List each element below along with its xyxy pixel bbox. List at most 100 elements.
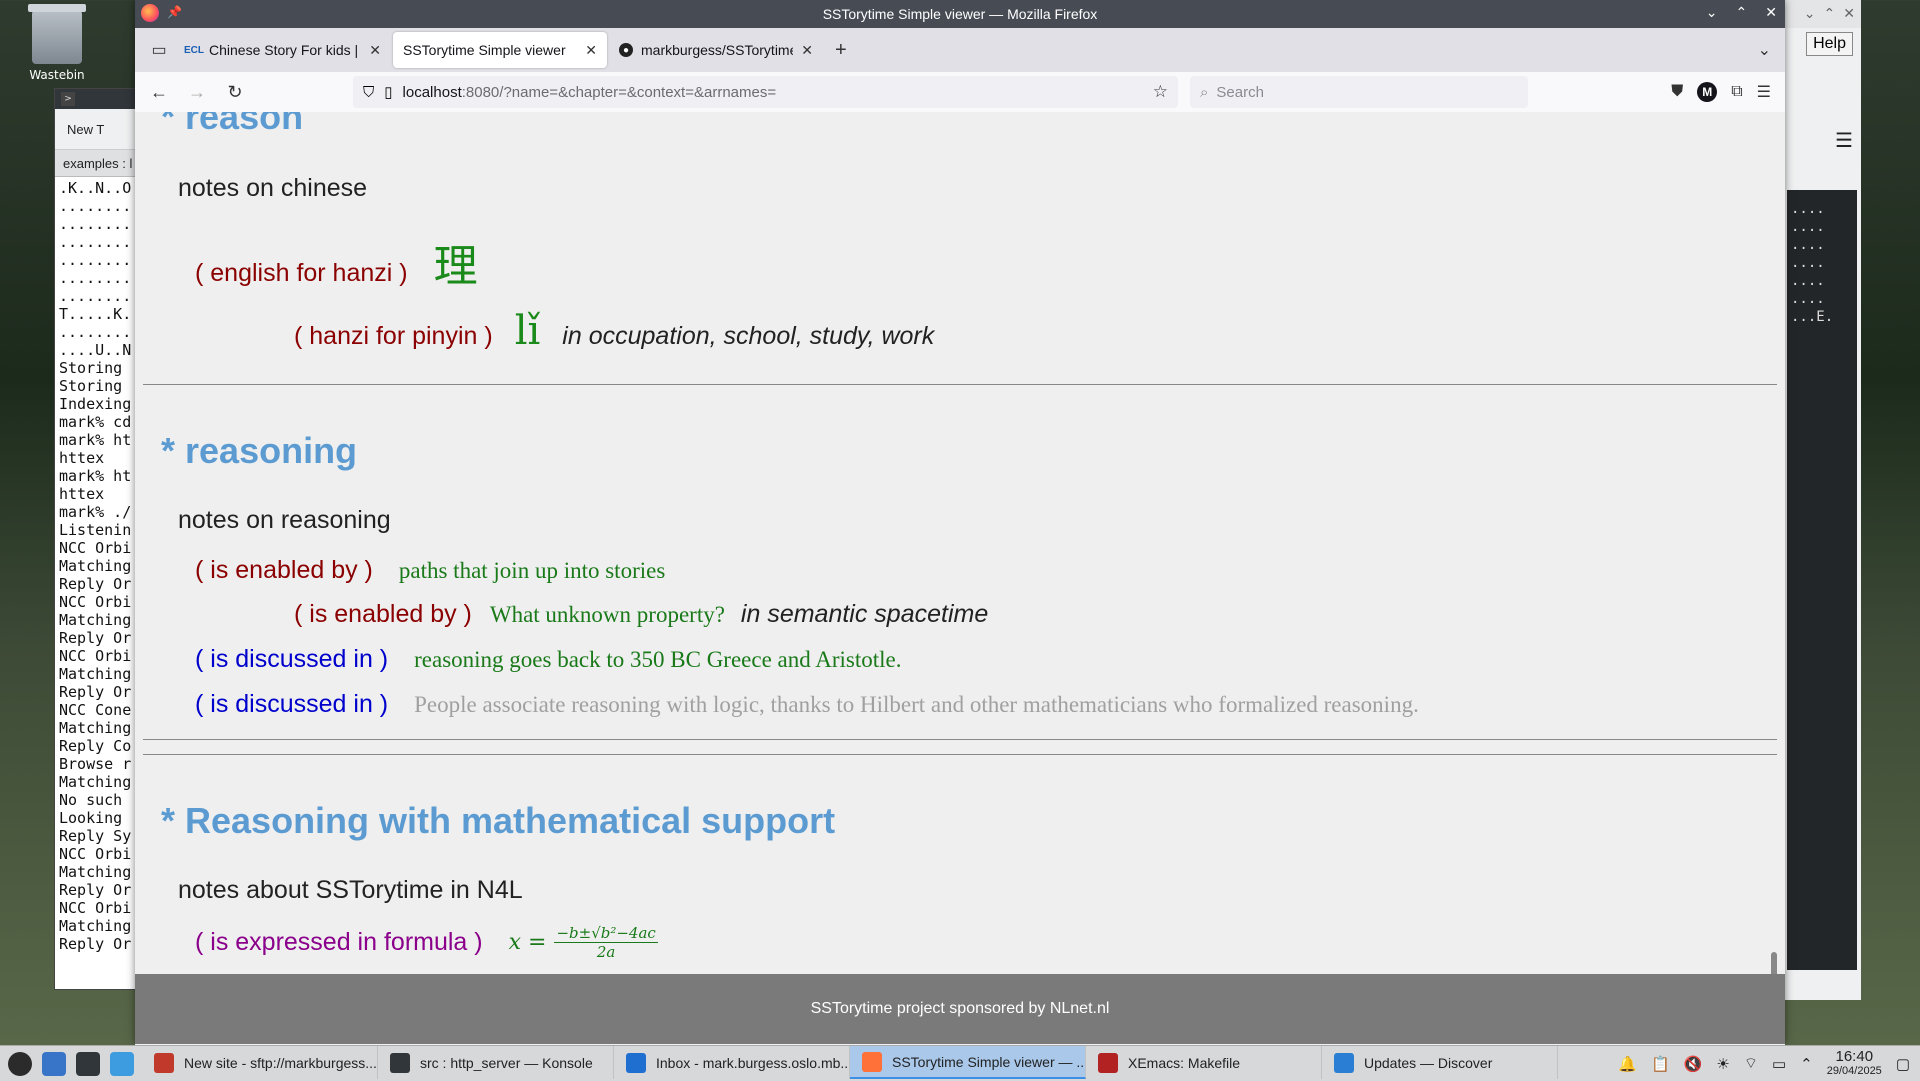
tab-close-icon[interactable]: ✕ bbox=[369, 42, 381, 59]
section-divider bbox=[143, 739, 1777, 740]
context-label: in occupation, school, study, work bbox=[562, 322, 935, 350]
tab-label: SSTorytime Simple viewer bbox=[403, 42, 566, 58]
tab-close-icon[interactable]: ✕ bbox=[801, 42, 813, 59]
background-window-right[interactable]: ⌄ ⌃ ✕ Help ☰ ...........................… bbox=[1780, 0, 1861, 1000]
shield-icon[interactable]: ⛉ bbox=[363, 84, 374, 101]
help-menu[interactable]: Help bbox=[1806, 32, 1853, 56]
arrow-label[interactable]: ( is enabled by ) bbox=[294, 600, 472, 629]
battery-icon[interactable]: ▭ bbox=[1772, 1055, 1786, 1073]
search-input[interactable]: ⌕ Search bbox=[1190, 76, 1528, 108]
link-target[interactable]: People associate reasoning with logic, t… bbox=[414, 692, 1419, 718]
terminal-output-right: ........................ ...E. bbox=[1787, 190, 1857, 970]
section-notes: notes on reasoning bbox=[178, 506, 391, 534]
volume-muted-icon[interactable]: 🔇 bbox=[1684, 1055, 1703, 1073]
tab-chinese-story[interactable]: ECL Chinese Story For kids | Th ✕ bbox=[177, 32, 391, 68]
notifications-icon[interactable]: 🔔 bbox=[1618, 1055, 1637, 1073]
task-app-icon bbox=[390, 1052, 410, 1073]
hanzi-node[interactable]: 理 bbox=[434, 230, 478, 294]
window-title: SSTorytime Simple viewer — Mozilla Firef… bbox=[822, 6, 1098, 22]
task-app-icon bbox=[1098, 1052, 1118, 1073]
list-all-tabs-chevron-icon[interactable]: ⌄ bbox=[1758, 40, 1771, 60]
arrow-label[interactable]: ( hanzi for pinyin ) bbox=[294, 322, 493, 351]
formula-numerator: −b±√b²−4ac bbox=[554, 924, 658, 943]
terminal-line: .... bbox=[1791, 237, 1825, 253]
arrow-label[interactable]: ( is expressed in formula ) bbox=[195, 928, 483, 957]
hamburger-menu-icon[interactable]: ☰ bbox=[1757, 82, 1771, 102]
taskbar-task[interactable]: XEmacs: Makefile bbox=[1086, 1046, 1322, 1079]
terminal-line: .... bbox=[1791, 291, 1825, 307]
link-row: ( is expressed in formula ) x = −b±√b²−4… bbox=[195, 924, 658, 961]
page-content: * reason notes on chinese ( english for … bbox=[135, 112, 1785, 974]
bookmark-star-icon[interactable]: ☆ bbox=[1153, 82, 1168, 102]
brightness-icon[interactable]: ☀ bbox=[1716, 1055, 1729, 1073]
clipboard-icon[interactable]: 📋 bbox=[1651, 1055, 1670, 1073]
wastebin-desktop-icon[interactable]: Wastebin bbox=[22, 4, 92, 82]
clock-date: 29/04/2025 bbox=[1826, 1064, 1882, 1077]
clock[interactable]: 16:40 29/04/2025 bbox=[1826, 1049, 1882, 1078]
formula-lhs: x = bbox=[508, 930, 547, 955]
forward-arrow-icon[interactable]: → bbox=[181, 76, 213, 108]
firefox-logo-icon bbox=[141, 4, 159, 22]
tab-close-icon[interactable]: ✕ bbox=[585, 42, 597, 59]
link-target[interactable]: What unknown property? bbox=[490, 602, 725, 628]
link-row: ( is enabled by ) What unknown property?… bbox=[294, 600, 988, 629]
taskbar-task[interactable]: SSTorytime Simple viewer — ... bbox=[850, 1046, 1086, 1079]
arrow-label[interactable]: ( is discussed in ) bbox=[195, 645, 388, 674]
reload-icon[interactable]: ↻ bbox=[219, 76, 251, 108]
file-manager-icon[interactable] bbox=[110, 1051, 134, 1076]
close-icon[interactable]: ✕ bbox=[1765, 4, 1777, 21]
tab-sstorytime-viewer[interactable]: SSTorytime Simple viewer ✕ bbox=[393, 32, 607, 68]
navigation-toolbar: ← → ↻ ⛉ ▯ localhost:8080/?name=&chapter=… bbox=[135, 72, 1785, 113]
tab-github-sstorytime[interactable]: ● markburgess/SSTorytime: : ✕ bbox=[609, 32, 823, 68]
scrollbar-thumb[interactable] bbox=[1771, 952, 1777, 974]
pocket-icon[interactable]: ⛊ bbox=[1671, 83, 1683, 101]
firefox-view-icon[interactable]: ▭ bbox=[143, 40, 175, 60]
url-bar[interactable]: ⛉ ▯ localhost:8080/?name=&chapter=&conte… bbox=[353, 76, 1178, 108]
title-bar: 📌 SSTorytime Simple viewer — Mozilla Fir… bbox=[135, 0, 1785, 28]
trash-icon bbox=[28, 4, 86, 64]
section-notes: notes about SSTorytime in N4L bbox=[178, 876, 523, 904]
desktop-pager-icon[interactable] bbox=[42, 1051, 66, 1076]
arrow-label[interactable]: ( is discussed in ) bbox=[195, 690, 388, 719]
app-launcher-icon[interactable] bbox=[8, 1051, 32, 1076]
pin-icon[interactable]: 📌 bbox=[167, 5, 182, 19]
link-target[interactable]: paths that join up into stories bbox=[399, 558, 665, 584]
terminal-line: .... bbox=[1791, 219, 1825, 235]
new-tab-plus-icon[interactable]: + bbox=[825, 39, 857, 62]
back-arrow-icon[interactable]: ← bbox=[143, 76, 175, 108]
tab-label: Chinese Story For kids | Th bbox=[209, 42, 362, 58]
pinyin-node[interactable]: lǐ bbox=[515, 308, 541, 354]
terminal-launcher-icon[interactable] bbox=[76, 1051, 100, 1076]
taskbar-task[interactable]: Inbox - mark.burgess.oslo.mb... bbox=[614, 1046, 850, 1079]
task-label: SSTorytime Simple viewer — ... bbox=[892, 1053, 1086, 1070]
minimize-icon[interactable]: ⌄ bbox=[1804, 6, 1816, 22]
account-avatar[interactable]: M bbox=[1697, 82, 1718, 102]
link-target[interactable]: reasoning goes back to 350 BC Greece and… bbox=[414, 647, 901, 673]
taskbar-task[interactable]: New site - sftp://markburgess... bbox=[142, 1046, 378, 1079]
task-label: XEmacs: Makefile bbox=[1128, 1054, 1241, 1071]
taskbar-task[interactable]: Updates — Discover bbox=[1322, 1046, 1558, 1079]
new-tab-button[interactable]: New T bbox=[67, 122, 104, 137]
terminal-line: ...E. bbox=[1791, 309, 1834, 325]
extensions-icon[interactable]: ⧉ bbox=[1731, 83, 1742, 101]
task-label: Inbox - mark.burgess.oslo.mb... bbox=[656, 1054, 850, 1071]
page-info-icon[interactable]: ▯ bbox=[384, 83, 392, 101]
arrow-label[interactable]: ( english for hanzi ) bbox=[195, 259, 408, 288]
minimize-icon[interactable]: ⌄ bbox=[1706, 4, 1718, 21]
tab-strip: ▭ ECL Chinese Story For kids | Th ✕ SSTo… bbox=[135, 28, 1785, 72]
link-row: ( is discussed in ) reasoning goes back … bbox=[195, 645, 901, 674]
search-placeholder: Search bbox=[1216, 83, 1264, 101]
maximize-icon[interactable]: ⌃ bbox=[1824, 6, 1836, 22]
taskbar-task[interactable]: src : http_server — Konsole bbox=[378, 1046, 614, 1079]
wifi-icon[interactable]: ⌔ bbox=[1744, 1054, 1758, 1073]
tab-label: markburgess/SSTorytime: : bbox=[641, 42, 794, 58]
close-icon[interactable]: ✕ bbox=[1843, 6, 1855, 22]
tray-expand-chevron-icon[interactable]: ⌃ bbox=[1800, 1055, 1813, 1073]
url-path: :8080/?name=&chapter=&context=&arrnames= bbox=[461, 83, 777, 101]
page-footer: SSTorytime project sponsored by NLnet.nl bbox=[135, 974, 1785, 1044]
show-desktop-icon[interactable]: ▢ bbox=[1896, 1055, 1910, 1073]
arrow-label[interactable]: ( is enabled by ) bbox=[195, 556, 373, 585]
formula[interactable]: x = −b±√b²−4ac 2a bbox=[509, 924, 658, 961]
hamburger-menu-icon[interactable]: ☰ bbox=[1835, 128, 1853, 152]
maximize-icon[interactable]: ⌃ bbox=[1736, 4, 1748, 21]
